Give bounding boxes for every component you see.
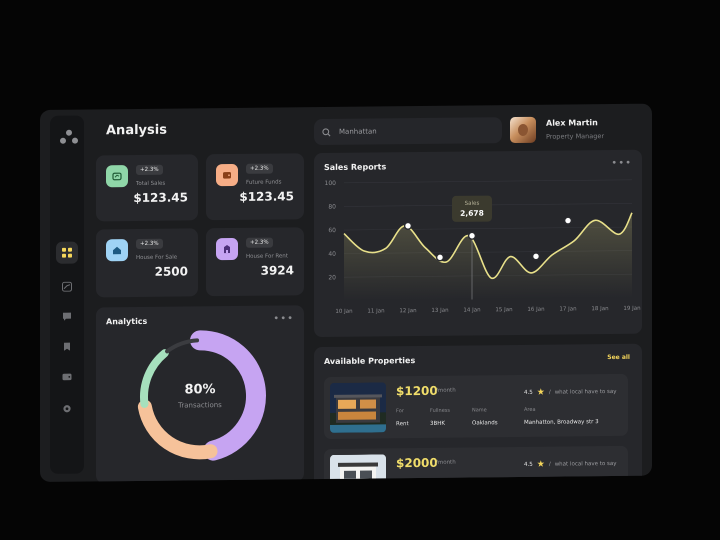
rating-value: 4.5: [524, 389, 533, 396]
stat-badge: +2.3%: [136, 164, 163, 175]
sales-report-card: Sales Reports ••• 20 40 60 80 100 10 Jan 11 Ja…: [314, 149, 642, 338]
stat-card-total-sales[interactable]: +2.3% Total Sales $123.45: [96, 154, 198, 222]
grid-icon[interactable]: [56, 241, 78, 264]
data-point[interactable]: [403, 221, 413, 230]
sales-line-chart: 20 40 60 80 100 10 Jan 11 Jan 12 Jan 13 Jan 14 Ja…: [325, 179, 641, 315]
wallet-icon: [216, 163, 238, 187]
x-tick-label: 15 Jan: [495, 307, 513, 313]
x-tick-label: 11 Jan: [367, 308, 385, 314]
stat-card-future-funds[interactable]: +2.3% Future Funds $123.45: [206, 153, 304, 221]
page-title: Analysis: [106, 122, 167, 139]
tooltip-value: 2,678: [460, 209, 484, 218]
price-period: /month: [436, 459, 456, 466]
star-icon: ★: [536, 387, 545, 398]
settings-icon[interactable]: [56, 398, 78, 420]
search-input[interactable]: [337, 125, 491, 137]
field-label: Area: [524, 406, 536, 413]
property-rating[interactable]: 4.5 ★ / what local have to say: [524, 387, 617, 398]
field-value: Manhatton, Broadway str 3: [524, 419, 599, 426]
x-tick-label: 12 Jan: [399, 308, 417, 314]
data-point[interactable]: [467, 231, 477, 240]
home-icon: [106, 239, 128, 262]
available-properties-card: Available Properties See all $1200 /mont…: [314, 343, 642, 483]
user-name: Alex Martin: [546, 118, 598, 128]
grid-line: [344, 179, 632, 184]
y-tick-label: 40: [328, 251, 336, 258]
stat-label: Future Funds: [246, 179, 282, 186]
x-tick-label: 14 Jan: [463, 307, 481, 313]
message-icon[interactable]: [56, 306, 78, 328]
property-card[interactable]: $1200 /month 4.5 ★ / what local have to …: [324, 373, 628, 440]
stat-value: 2500: [154, 264, 188, 279]
building-icon: [216, 237, 238, 261]
property-image: [330, 382, 386, 433]
field-value: 3BHK: [430, 420, 446, 427]
y-tick-label: 100: [325, 180, 337, 187]
user-role: Property Manager: [546, 132, 605, 141]
analytics-title: Analytics: [106, 316, 148, 327]
stat-label: House For Sale: [136, 254, 178, 261]
x-tick-label: 13 Jan: [431, 308, 449, 314]
rating-note: what local have to say: [554, 388, 617, 396]
y-tick-label: 60: [328, 227, 336, 234]
bookmark-icon[interactable]: [56, 336, 78, 358]
x-tick-label: 18 Jan: [591, 306, 609, 312]
price-period: /month: [436, 387, 456, 394]
stat-card-house-for-sale[interactable]: +2.3% House For Sale 2500: [96, 228, 198, 298]
field-label: For: [396, 408, 404, 415]
stat-badge: +2.3%: [246, 237, 273, 248]
analytics-card: Analytics ••• 80% Transactions: [96, 305, 304, 483]
stat-card-house-for-rent[interactable]: +2.3% House For Rent 3924: [206, 227, 304, 297]
stat-badge: +2.3%: [136, 238, 163, 249]
wallet-icon: [106, 165, 128, 188]
star-icon: ★: [536, 459, 545, 470]
data-point[interactable]: [435, 253, 445, 262]
more-icon[interactable]: •••: [611, 158, 632, 169]
property-rating[interactable]: 4.5 ★ / what local have to say: [524, 459, 617, 470]
more-icon[interactable]: •••: [273, 313, 294, 324]
donut-percent: 80%: [184, 382, 216, 398]
stat-badge: +2.3%: [246, 163, 273, 174]
stat-value: $123.45: [239, 189, 294, 204]
rating-value: 4.5: [524, 461, 533, 468]
dashboard-window: Analysis Alex Martin Property Manager +2…: [40, 103, 652, 483]
property-price: $1200: [396, 383, 438, 399]
data-point[interactable]: [531, 252, 541, 261]
data-point[interactable]: [563, 216, 573, 225]
properties-title: Available Properties: [324, 356, 416, 367]
rating-note: what local have to say: [554, 460, 617, 468]
wallet-icon[interactable]: [56, 366, 78, 388]
y-tick-label: 20: [328, 274, 336, 281]
field-label: Fullness: [430, 407, 451, 414]
x-tick-label: 19 Jan: [623, 306, 641, 312]
see-all-link[interactable]: See all: [607, 354, 630, 361]
donut-segment: [137, 399, 218, 460]
search-bar[interactable]: [314, 117, 502, 146]
sidebar: [50, 115, 84, 474]
user-profile[interactable]: Alex Martin Property Manager: [510, 114, 640, 145]
stat-label: Total Sales: [136, 180, 166, 187]
search-icon: [322, 127, 331, 136]
field-value: Rent: [396, 421, 409, 428]
stat-value: $123.45: [133, 190, 188, 206]
sales-title: Sales Reports: [324, 162, 387, 173]
field-label: Name: [472, 407, 487, 414]
stat-value: 3924: [260, 263, 294, 278]
x-tick-label: 17 Jan: [559, 306, 577, 312]
app-logo-icon[interactable]: [60, 129, 78, 148]
stat-label: House For Rent: [246, 253, 288, 260]
property-image: [330, 454, 386, 483]
property-price: $2000: [396, 455, 438, 471]
sales-area: [344, 212, 632, 301]
avatar[interactable]: [510, 116, 536, 144]
property-card[interactable]: $2000 /month 4.5 ★ / what local have to …: [324, 445, 628, 483]
x-tick-label: 10 Jan: [335, 309, 353, 315]
chart-icon[interactable]: [56, 276, 78, 298]
x-tick-label: 16 Jan: [527, 307, 545, 313]
y-tick-label: 80: [328, 203, 336, 210]
field-value: Oaklands: [472, 420, 498, 427]
tooltip-label: Sales: [465, 201, 480, 207]
